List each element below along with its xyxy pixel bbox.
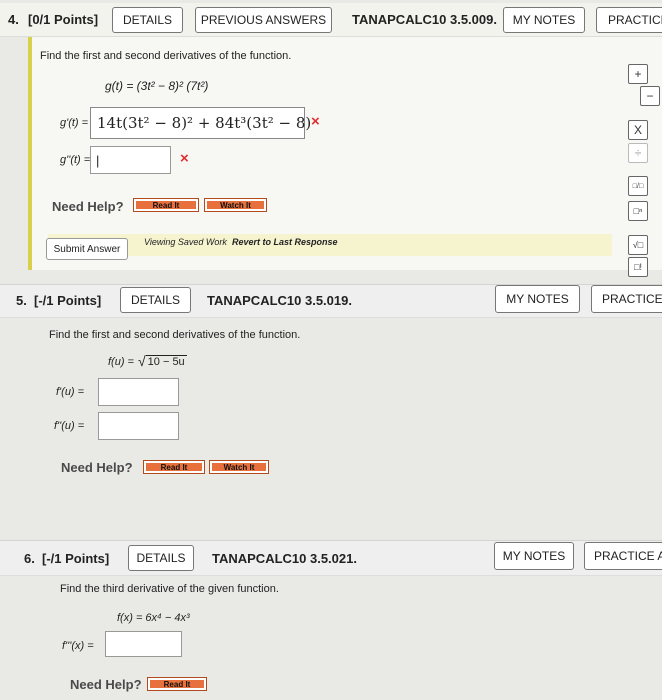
sqrt-tool-button[interactable]: √□: [628, 235, 648, 255]
q4-second-derivative-label: g''(t) =: [60, 154, 91, 166]
q5-prompt: Find the first and second derivatives of…: [49, 329, 301, 341]
q5-watch-it-button[interactable]: Watch It: [209, 460, 269, 474]
power-tool-button[interactable]: □ⁿ: [628, 201, 648, 221]
q4-problem-code: TANAPCALC10 3.5.009.: [352, 12, 497, 27]
q5-number: 5.: [16, 293, 27, 308]
divide-tool-button[interactable]: ÷: [628, 143, 648, 163]
q4-need-help-label: Need Help?: [52, 199, 124, 214]
q5-radicand: 10 − 5u: [145, 355, 187, 368]
q6-my-notes-button[interactable]: MY NOTES: [494, 542, 574, 570]
q4-second-wrong-icon: ×: [180, 150, 189, 167]
q4-text-cursor: |: [96, 152, 100, 168]
q5-sqrt-icon: √: [137, 353, 146, 369]
q6-number: 6.: [24, 551, 35, 566]
q6-function: f(x) = 6x⁴ − 4x³: [117, 612, 190, 624]
q6-third-derivative-input[interactable]: [105, 631, 182, 657]
q5-my-notes-button[interactable]: MY NOTES: [495, 285, 580, 313]
q4-revert-link[interactable]: Revert to Last Response: [232, 237, 338, 247]
q4-my-notes-button[interactable]: MY NOTES: [503, 7, 585, 33]
q5-second-derivative-label: f''(u) =: [54, 420, 85, 432]
q4-viewing-saved-text: Viewing Saved Work: [144, 237, 227, 247]
q4-first-wrong-icon: ×: [311, 113, 320, 130]
q6-third-derivative-label: f'''(x) =: [62, 640, 94, 652]
q4-submit-answer-button[interactable]: Submit Answer: [46, 238, 128, 260]
q5-first-derivative-label: f'(u) =: [56, 386, 85, 398]
q4-second-derivative-input[interactable]: |: [90, 146, 171, 174]
q4-prompt: Find the first and second derivatives of…: [40, 50, 292, 62]
q5-function-lhs: f(u) =: [108, 356, 134, 368]
minus-tool-button[interactable]: −: [640, 86, 660, 106]
fraction-tool-button[interactable]: □/□: [628, 176, 648, 196]
q4-read-it-button[interactable]: Read It: [133, 198, 199, 212]
math-palette: + − X ÷ □/□ □ⁿ √□ □!: [620, 58, 662, 282]
q5-need-help-label: Need Help?: [61, 460, 133, 475]
q4-watch-it-button[interactable]: Watch It: [204, 198, 267, 212]
q4-first-derivative-label: g'(t) =: [60, 117, 89, 129]
q5-second-derivative-input[interactable]: [98, 412, 179, 440]
q5-points: [-/1 Points]: [34, 293, 102, 308]
q4-previous-answers-button[interactable]: PREVIOUS ANSWERS: [195, 7, 332, 33]
q6-points: [-/1 Points]: [42, 551, 110, 566]
factorial-tool-button[interactable]: □!: [628, 257, 648, 277]
q6-prompt: Find the third derivative of the given f…: [60, 583, 279, 595]
q5-practice-button[interactable]: PRACTICE A: [591, 285, 662, 313]
q5-problem-code: TANAPCALC10 3.5.019.: [207, 293, 352, 308]
q5-details-button[interactable]: DETAILS: [120, 287, 191, 313]
q6-practice-button[interactable]: PRACTICE AN: [584, 542, 662, 570]
times-tool-button[interactable]: X: [628, 120, 648, 140]
plus-tool-button[interactable]: +: [628, 64, 648, 84]
q6-read-it-button[interactable]: Read It: [147, 677, 207, 691]
q4-first-derivative-input[interactable]: 14t(3t² − 8)² + 84t³(3t² − 8): [90, 107, 311, 139]
q6-need-help-label: Need Help?: [70, 677, 142, 692]
q4-function: g(t) = (3t² − 8)² (7t²): [105, 79, 209, 93]
q4-details-button[interactable]: DETAILS: [112, 7, 183, 33]
q5-first-derivative-input[interactable]: [98, 378, 179, 406]
q4-points: [0/1 Points]: [28, 12, 99, 27]
q6-problem-code: TANAPCALC10 3.5.021.: [212, 551, 357, 566]
q5-read-it-button[interactable]: Read It: [143, 460, 205, 474]
q6-details-button[interactable]: DETAILS: [128, 545, 194, 571]
q4-practice-button[interactable]: PRACTICE: [596, 7, 662, 33]
q4-first-derivative-value: 14t(3t² − 8)² + 84t³(3t² − 8): [97, 114, 312, 132]
q5-function: f(u) = √ 10 − 5u: [108, 354, 187, 368]
q4-number: 4.: [8, 12, 19, 27]
